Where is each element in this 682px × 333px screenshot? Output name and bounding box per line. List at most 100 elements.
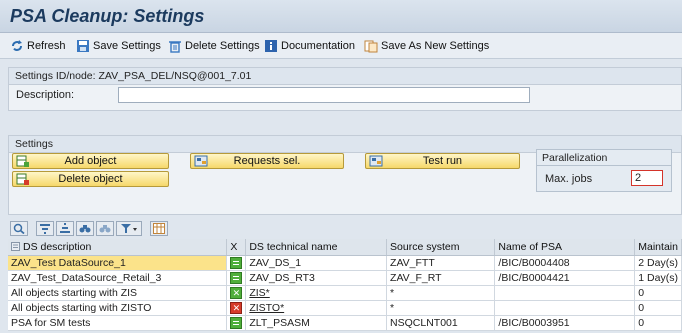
pattern-red-icon: ✕ — [230, 301, 243, 314]
cell-ds-technical-name[interactable]: ZIS* — [245, 285, 388, 301]
grid-toolbar — [10, 221, 168, 237]
save-as-new-label: Save As New Settings — [381, 40, 490, 52]
requests-icon — [194, 155, 208, 167]
max-jobs-input[interactable]: 2 — [631, 170, 663, 186]
cell-ds-description[interactable]: ZAV_Test DataSource_1 — [8, 255, 228, 271]
parallelization-label: Parallelization — [537, 150, 671, 166]
requests-sel-button[interactable]: Requests sel. — [190, 153, 344, 169]
delete-object-button[interactable]: Delete object — [12, 171, 169, 187]
find-next-button[interactable] — [96, 221, 114, 236]
max-jobs-label: Max. jobs — [545, 173, 593, 185]
cell-name-of-psa[interactable]: /BIC/B0004421 — [494, 270, 636, 286]
test-run-button[interactable]: Test run — [365, 153, 520, 169]
table-row[interactable]: All objects starting with ZIS ✕ ZIS* * 0 — [8, 285, 682, 301]
col-ds-description-label: DS description — [23, 240, 92, 253]
col-name-of-psa[interactable]: Name of PSA — [494, 239, 636, 256]
cell-ds-technical-name[interactable]: ZAV_DS_RT3 — [245, 270, 388, 286]
layout-button[interactable] — [150, 221, 168, 236]
cell-maintain[interactable]: 0 — [634, 285, 682, 301]
cell-source-system[interactable]: NSQCLNT001 — [386, 315, 496, 331]
save-icon — [77, 40, 89, 52]
cell-name-of-psa[interactable] — [494, 300, 636, 316]
delete-row-icon — [16, 173, 29, 185]
cell-name-of-psa[interactable]: /BIC/B0004408 — [494, 255, 636, 271]
select-all-icon — [11, 242, 20, 252]
title-bar: PSA Cleanup: Settings — [0, 0, 682, 33]
col-x[interactable]: X — [226, 239, 247, 256]
test-run-icon — [369, 155, 383, 167]
cell-status — [226, 270, 247, 286]
table-row[interactable]: ZAV_Test_DataSource_Retail_3 ZAV_DS_RT3 … — [8, 270, 682, 286]
col-source-system[interactable]: Source system — [386, 239, 496, 256]
cell-status — [226, 315, 247, 331]
requests-sel-label: Requests sel. — [233, 155, 301, 167]
cell-maintain[interactable]: 0 — [634, 300, 682, 316]
cell-ds-description[interactable]: PSA for SM tests — [8, 315, 228, 331]
cell-status: ✕ — [226, 300, 247, 316]
cell-ds-technical-name[interactable]: ZISTO* — [245, 300, 388, 316]
filter-icon — [121, 224, 137, 233]
cell-maintain[interactable]: 2 Day(s) — [634, 255, 682, 271]
table-row[interactable]: ZAV_Test DataSource_1 ZAV_DS_1 ZAV_FTT /… — [8, 255, 682, 271]
table-row[interactable]: All objects starting with ZISTO ✕ ZISTO*… — [8, 300, 682, 316]
sort-desc-button[interactable] — [56, 221, 74, 236]
ds-technical-link[interactable]: ZIS* — [249, 287, 269, 299]
parallelization-group: Parallelization Max. jobs 2 — [536, 149, 672, 192]
cell-status: ✕ — [226, 285, 247, 301]
settings-id-panel: Settings ID/node: ZAV_PSA_DEL/NSQ@001_7.… — [8, 67, 682, 111]
save-as-new-button[interactable]: Save As New Settings — [364, 37, 489, 55]
refresh-button[interactable]: Refresh — [10, 37, 66, 55]
cell-source-system[interactable]: * — [386, 300, 496, 316]
settings-id-label: Settings ID/node: ZAV_PSA_DEL/NSQ@001_7.… — [9, 68, 681, 85]
cell-source-system[interactable]: ZAV_F_RT — [386, 270, 496, 286]
cell-source-system[interactable]: * — [386, 285, 496, 301]
cell-ds-description[interactable]: ZAV_Test_DataSource_Retail_3 — [8, 270, 228, 286]
col-maintain[interactable]: Maintain — [634, 239, 682, 256]
description-label: Description: — [16, 89, 75, 101]
trash-icon — [169, 41, 181, 53]
cell-ds-technical-name[interactable]: ZAV_DS_1 — [245, 255, 388, 271]
info-icon — [265, 40, 277, 52]
find-button[interactable] — [76, 221, 94, 236]
status-green-icon — [230, 316, 243, 329]
cell-ds-description[interactable]: All objects starting with ZISTO — [8, 300, 228, 316]
cell-maintain[interactable]: 0 — [634, 315, 682, 331]
documentation-button[interactable]: Documentation — [264, 37, 355, 55]
save-settings-label: Save Settings — [93, 40, 161, 52]
cell-maintain[interactable]: 1 Day(s) — [634, 270, 682, 286]
add-object-button[interactable]: Add object — [12, 153, 169, 169]
col-ds-technical-name[interactable]: DS technical name — [245, 239, 388, 256]
status-green-icon — [230, 256, 243, 269]
ds-technical-link[interactable]: ZISTO* — [249, 302, 284, 314]
cell-ds-description[interactable]: All objects starting with ZIS — [8, 285, 228, 301]
grid-header-row: DS description X DS technical name Sourc… — [8, 239, 682, 256]
table-row[interactable]: PSA for SM tests ZLT_PSASM NSQCLNT001 /B… — [8, 315, 682, 331]
delete-object-label: Delete object — [58, 173, 123, 185]
magnifier-icon — [13, 223, 25, 234]
cell-name-of-psa[interactable]: /BIC/B0003951 — [494, 315, 636, 331]
page-title: PSA Cleanup: Settings — [10, 6, 205, 26]
cell-status — [226, 255, 247, 271]
test-run-label: Test run — [422, 155, 463, 167]
grid-layout-icon — [153, 223, 165, 234]
col-ds-description[interactable]: DS description — [8, 239, 228, 256]
add-object-label: Add object — [64, 155, 117, 167]
binoculars-icon — [79, 225, 91, 233]
delete-settings-button[interactable]: Delete Settings — [168, 37, 260, 55]
cell-ds-technical-name[interactable]: ZLT_PSASM — [245, 315, 388, 331]
cell-name-of-psa[interactable] — [494, 285, 636, 301]
details-button[interactable] — [10, 221, 28, 236]
copy-icon — [364, 40, 378, 53]
sort-asc-button[interactable] — [36, 221, 54, 236]
sort-descending-icon — [60, 223, 70, 233]
binoculars-next-icon — [99, 225, 111, 233]
description-input[interactable] — [118, 87, 530, 103]
status-green-icon — [230, 271, 243, 284]
sort-ascending-icon — [40, 224, 50, 234]
save-settings-button[interactable]: Save Settings — [76, 37, 161, 55]
filter-button[interactable] — [116, 221, 142, 236]
cell-source-system[interactable]: ZAV_FTT — [386, 255, 496, 271]
delete-settings-label: Delete Settings — [185, 40, 260, 52]
